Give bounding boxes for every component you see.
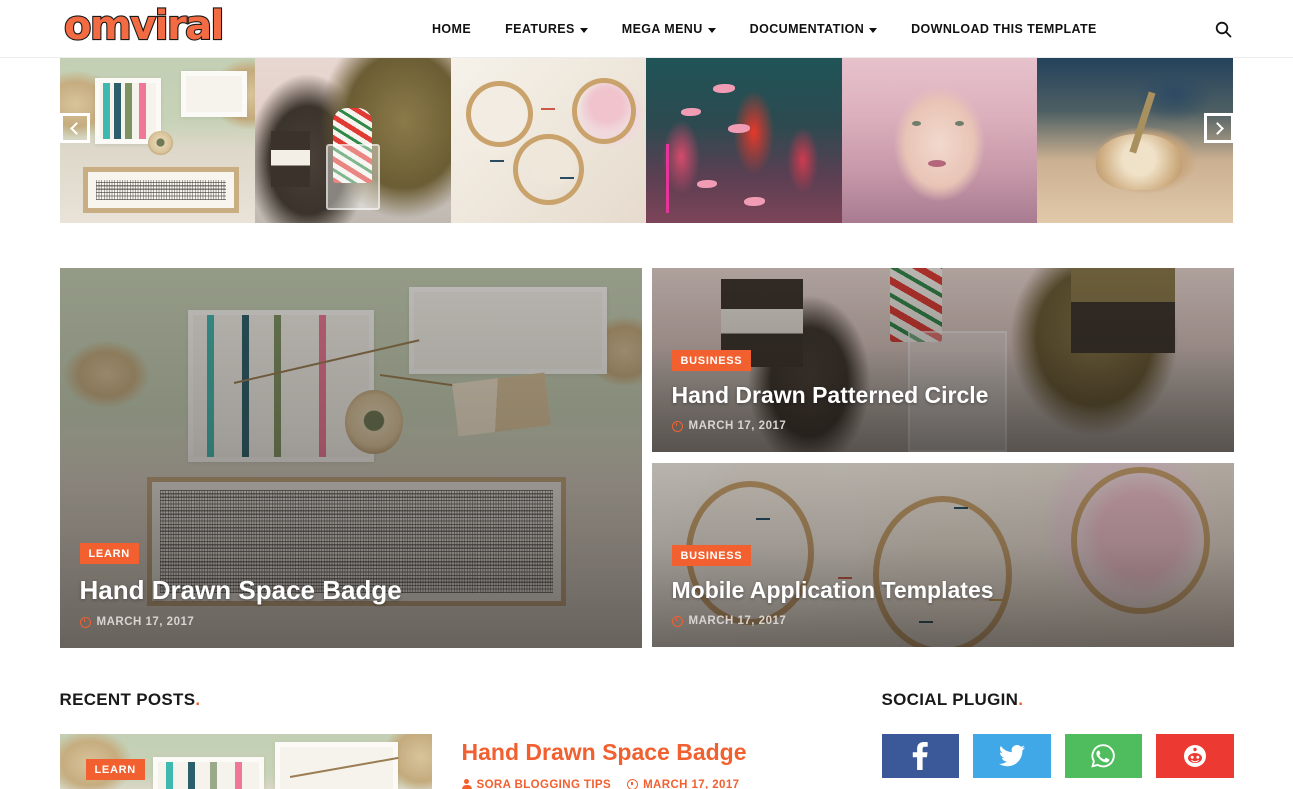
- whatsapp-icon: [1091, 744, 1115, 768]
- featured-main-body: LEARN Hand Drawn Space Badge MARCH 17, 2…: [60, 542, 642, 648]
- featured-main-date: MARCH 17, 2017: [96, 616, 195, 628]
- recent-post-title[interactable]: Hand Drawn Space Badge: [462, 738, 842, 767]
- social-plugin-heading: SOCIAL PLUGIN.: [882, 690, 1234, 710]
- featured-main-title[interactable]: Hand Drawn Space Badge: [80, 575, 622, 606]
- search-button[interactable]: [1208, 14, 1238, 44]
- nav-item-download-this-template[interactable]: DOWNLOAD THIS TEMPLATE: [894, 22, 1114, 36]
- carousel-prev-button[interactable]: [59, 113, 90, 143]
- featured-side-card-2[interactable]: BUSINESS Mobile Application Templates MA…: [651, 463, 1234, 647]
- carousel-slide[interactable]: [450, 58, 647, 223]
- nav-label: DOWNLOAD THIS TEMPLATE: [911, 22, 1097, 36]
- main-navigation: HOME FEATURES MEGA MENU DOCUMENTATION DO…: [432, 0, 1114, 58]
- decor-mouth: [927, 160, 946, 168]
- featured-side-card-1[interactable]: BUSINESS Hand Drawn Patterned Circle MAR…: [651, 268, 1234, 452]
- chevron-right-icon: [1210, 121, 1224, 135]
- social-button-reddit[interactable]: [1156, 734, 1234, 778]
- recent-posts-heading-text: RECENT POSTS: [59, 690, 196, 709]
- facebook-icon: [913, 742, 928, 770]
- featured-side-body-2: BUSINESS Mobile Application Templates MA…: [652, 545, 1234, 647]
- category-badge-learn[interactable]: LEARN: [85, 759, 145, 780]
- featured-side-date-1: MARCH 17, 2017: [688, 420, 787, 432]
- carousel-slide[interactable]: [646, 58, 842, 223]
- chevron-down-icon: [869, 27, 878, 33]
- recent-posts-section: RECENT POSTS. LEARN Hand Drawn Space Bad…: [59, 690, 842, 789]
- heading-dot: .: [195, 690, 201, 709]
- social-button-whatsapp[interactable]: [1064, 734, 1142, 778]
- user-icon: [461, 779, 472, 789]
- bottom-section: RECENT POSTS. LEARN Hand Drawn Space Bad…: [59, 690, 1234, 789]
- carousel-slide[interactable]: [841, 58, 1038, 223]
- nav-item-home[interactable]: HOME: [432, 22, 488, 36]
- carousel-slide[interactable]: [255, 58, 451, 223]
- featured-side-meta-1: MARCH 17, 2017: [671, 420, 1214, 432]
- featured-side-title-1[interactable]: Hand Drawn Patterned Circle: [672, 382, 1214, 410]
- chevron-left-icon: [69, 121, 83, 135]
- recent-post-author: SORA BLOGGING TIPS: [461, 778, 612, 789]
- decor-hoop: [571, 77, 637, 144]
- category-badge-learn[interactable]: LEARN: [79, 542, 139, 564]
- decor-eye: [912, 120, 922, 126]
- social-buttons: [881, 734, 1234, 778]
- chevron-down-icon: [707, 27, 716, 33]
- decor-jar: [325, 143, 381, 210]
- twitter-icon: [998, 745, 1025, 767]
- clock-icon: [79, 616, 91, 628]
- decor-sign: [180, 71, 248, 118]
- decor-wood-slice: [147, 130, 173, 156]
- clock-icon: [627, 779, 639, 789]
- reddit-icon: [1183, 745, 1206, 767]
- featured-side-meta-2: MARCH 17, 2017: [671, 615, 1214, 627]
- recent-post-author-label: SORA BLOGGING TIPS: [476, 778, 612, 789]
- category-badge-business[interactable]: BUSINESS: [671, 545, 752, 567]
- social-button-facebook[interactable]: [881, 734, 959, 778]
- decor-hoop: [513, 133, 584, 205]
- recent-posts-heading: RECENT POSTS.: [60, 690, 842, 710]
- featured-side-body-1: BUSINESS Hand Drawn Patterned Circle MAR…: [652, 350, 1234, 452]
- nav-label: DOCUMENTATION: [749, 22, 865, 36]
- decor-document: [82, 166, 240, 214]
- featured-side-title-2[interactable]: Mobile Application Templates: [672, 577, 1214, 605]
- featured-carousel[interactable]: [59, 58, 1234, 223]
- nav-label: HOME: [432, 22, 472, 36]
- clock-icon: [671, 420, 683, 432]
- recent-post-info: Hand Drawn Space Badge SORA BLOGGING TIP…: [461, 734, 842, 789]
- recent-post-meta: SORA BLOGGING TIPS MARCH 17, 2017: [461, 778, 842, 789]
- social-button-twitter[interactable]: [973, 734, 1051, 778]
- recent-post-item: LEARN Hand Drawn Space Badge SORA BLOGGI…: [59, 734, 842, 789]
- decor-cake: [270, 130, 310, 187]
- decor-hoop: [466, 81, 533, 148]
- nav-label: MEGA MENU: [621, 22, 703, 36]
- heading-dot: .: [1018, 690, 1024, 709]
- social-plugin-heading-text: SOCIAL PLUGIN: [881, 690, 1019, 709]
- featured-main-meta: MARCH 17, 2017: [79, 616, 622, 628]
- category-badge-business[interactable]: BUSINESS: [671, 350, 752, 372]
- recent-post-date: MARCH 17, 2017: [627, 779, 739, 789]
- featured-posts-grid: LEARN Hand Drawn Space Badge MARCH 17, 2…: [59, 268, 1234, 648]
- search-icon: [1215, 21, 1231, 37]
- decor-eye: [955, 120, 965, 126]
- carousel-next-button[interactable]: [1203, 113, 1234, 143]
- social-plugin-section: SOCIAL PLUGIN.: [858, 690, 1234, 789]
- recent-post-thumbnail[interactable]: LEARN: [59, 734, 432, 789]
- featured-side-date-2: MARCH 17, 2017: [688, 615, 787, 627]
- site-logo[interactable]: omviral: [63, 2, 226, 50]
- nav-item-mega-menu[interactable]: MEGA MENU: [605, 22, 733, 36]
- nav-item-documentation[interactable]: DOCUMENTATION: [733, 22, 894, 36]
- nav-label: FEATURES: [505, 22, 575, 36]
- featured-main-card[interactable]: LEARN Hand Drawn Space Badge MARCH 17, 2…: [59, 268, 642, 648]
- chevron-down-icon: [579, 27, 588, 33]
- clock-icon: [671, 615, 683, 627]
- recent-post-date-label: MARCH 17, 2017: [643, 778, 740, 789]
- featured-side-column: BUSINESS Hand Drawn Patterned Circle MAR…: [651, 268, 1234, 648]
- site-header: omviral HOME FEATURES MEGA MENU DOCUMENT…: [0, 0, 1293, 58]
- nav-item-features[interactable]: FEATURES: [488, 22, 605, 36]
